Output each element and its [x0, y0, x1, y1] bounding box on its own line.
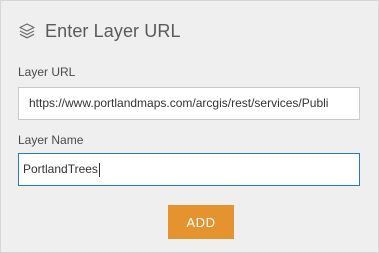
layer-name-input[interactable]: PortlandTrees [18, 153, 360, 186]
enter-layer-url-panel: Enter Layer URL Layer URL https://www.po… [0, 0, 379, 253]
layers-icon [18, 22, 36, 40]
layer-url-input[interactable]: https://www.portlandmaps.com/arcgis/rest… [18, 87, 360, 120]
layer-name-value: PortlandTrees [23, 162, 98, 176]
text-caret [98, 162, 100, 177]
layer-url-label: Layer URL [18, 65, 76, 79]
add-button[interactable]: ADD [168, 205, 234, 239]
layer-name-label: Layer Name [18, 133, 84, 147]
panel-header: Enter Layer URL [18, 19, 181, 43]
panel-title: Enter Layer URL [45, 20, 181, 41]
